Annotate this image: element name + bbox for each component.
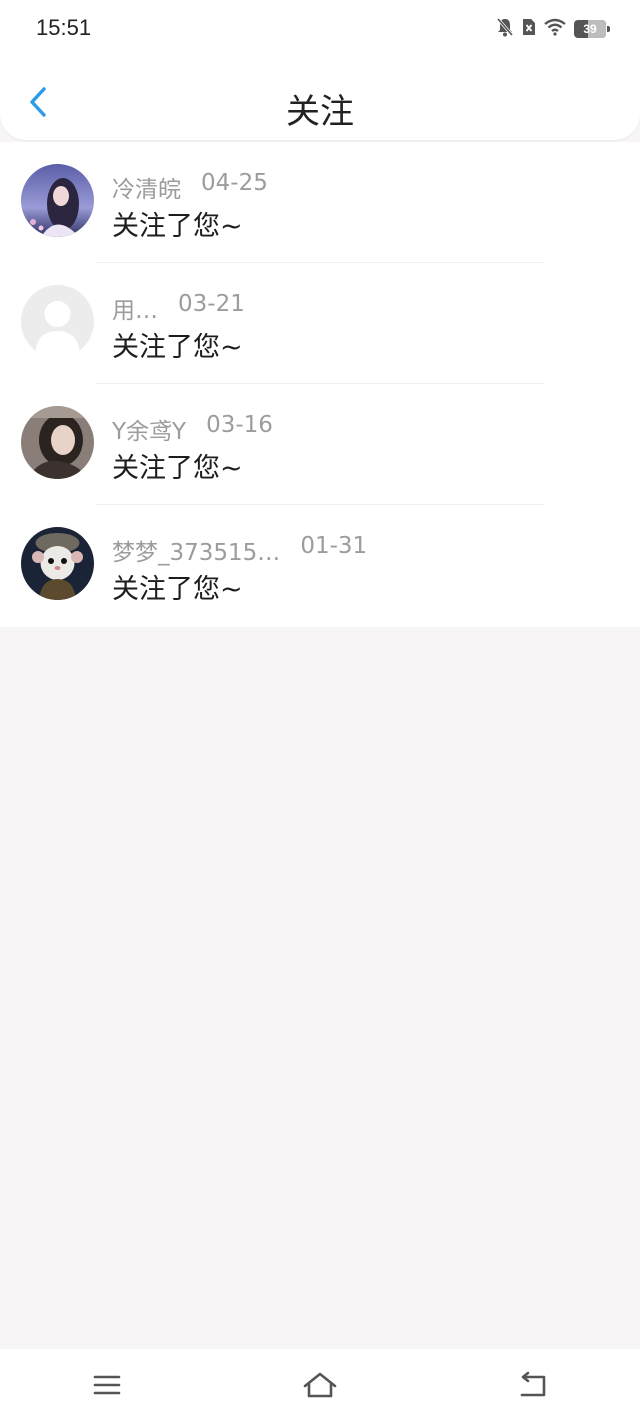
follower-name[interactable]: Y余鸢Y <box>112 412 186 446</box>
follow-message: 关注了您~ <box>112 332 243 363</box>
bell-muted-icon <box>496 17 514 41</box>
status-time: 15:51 <box>36 15 92 40</box>
back-icon <box>518 1371 548 1403</box>
home-button[interactable] <box>260 1357 380 1417</box>
meta-line: Y余鸢Y 03-16 <box>112 412 273 446</box>
follow-date: 01-31 <box>300 533 368 559</box>
wifi-icon <box>544 18 566 40</box>
follow-message: 关注了您~ <box>112 453 243 484</box>
battery-icon: 39 <box>574 20 610 38</box>
list-item[interactable]: 用… 03-21 关注了您~ <box>0 263 640 384</box>
header: 关注 <box>0 56 640 140</box>
avatar[interactable] <box>21 406 94 479</box>
avatar[interactable] <box>21 164 94 237</box>
battery-level: 39 <box>583 22 597 36</box>
avatar[interactable] <box>21 285 94 358</box>
home-icon <box>302 1371 338 1403</box>
follower-name[interactable]: 用… <box>112 291 158 325</box>
follower-name[interactable]: 冷清皖 <box>112 170 181 204</box>
follower-list: 冷清皖 04-25 关注了您~ 用… 03-21 关注了您~ Y余鸢Y 03-1… <box>0 142 640 627</box>
sim-off-icon <box>522 18 536 40</box>
follow-date: 04-25 <box>201 170 268 196</box>
system-nav-bar <box>0 1349 640 1425</box>
follower-name[interactable]: 梦梦_373515… <box>112 533 280 567</box>
list-item[interactable]: 冷清皖 04-25 关注了您~ <box>0 142 640 263</box>
follow-date: 03-21 <box>178 291 245 317</box>
status-icons: 39 <box>496 17 610 41</box>
menu-button[interactable] <box>47 1357 167 1417</box>
list-item[interactable]: 梦梦_373515… 01-31 关注了您~ <box>0 505 640 627</box>
back-nav-button[interactable] <box>473 1357 593 1417</box>
follow-message: 关注了您~ <box>112 574 243 605</box>
list-item[interactable]: Y余鸢Y 03-16 关注了您~ <box>0 384 640 505</box>
meta-line: 冷清皖 04-25 <box>112 170 268 204</box>
follow-message: 关注了您~ <box>112 211 243 242</box>
menu-icon <box>92 1373 122 1401</box>
page-title: 关注 <box>286 92 354 132</box>
meta-line: 梦梦_373515… 01-31 <box>112 533 367 567</box>
follow-date: 03-16 <box>206 412 273 438</box>
avatar[interactable] <box>21 527 94 600</box>
status-bar: 15:51 39 <box>0 0 640 56</box>
meta-line: 用… 03-21 <box>112 291 245 325</box>
